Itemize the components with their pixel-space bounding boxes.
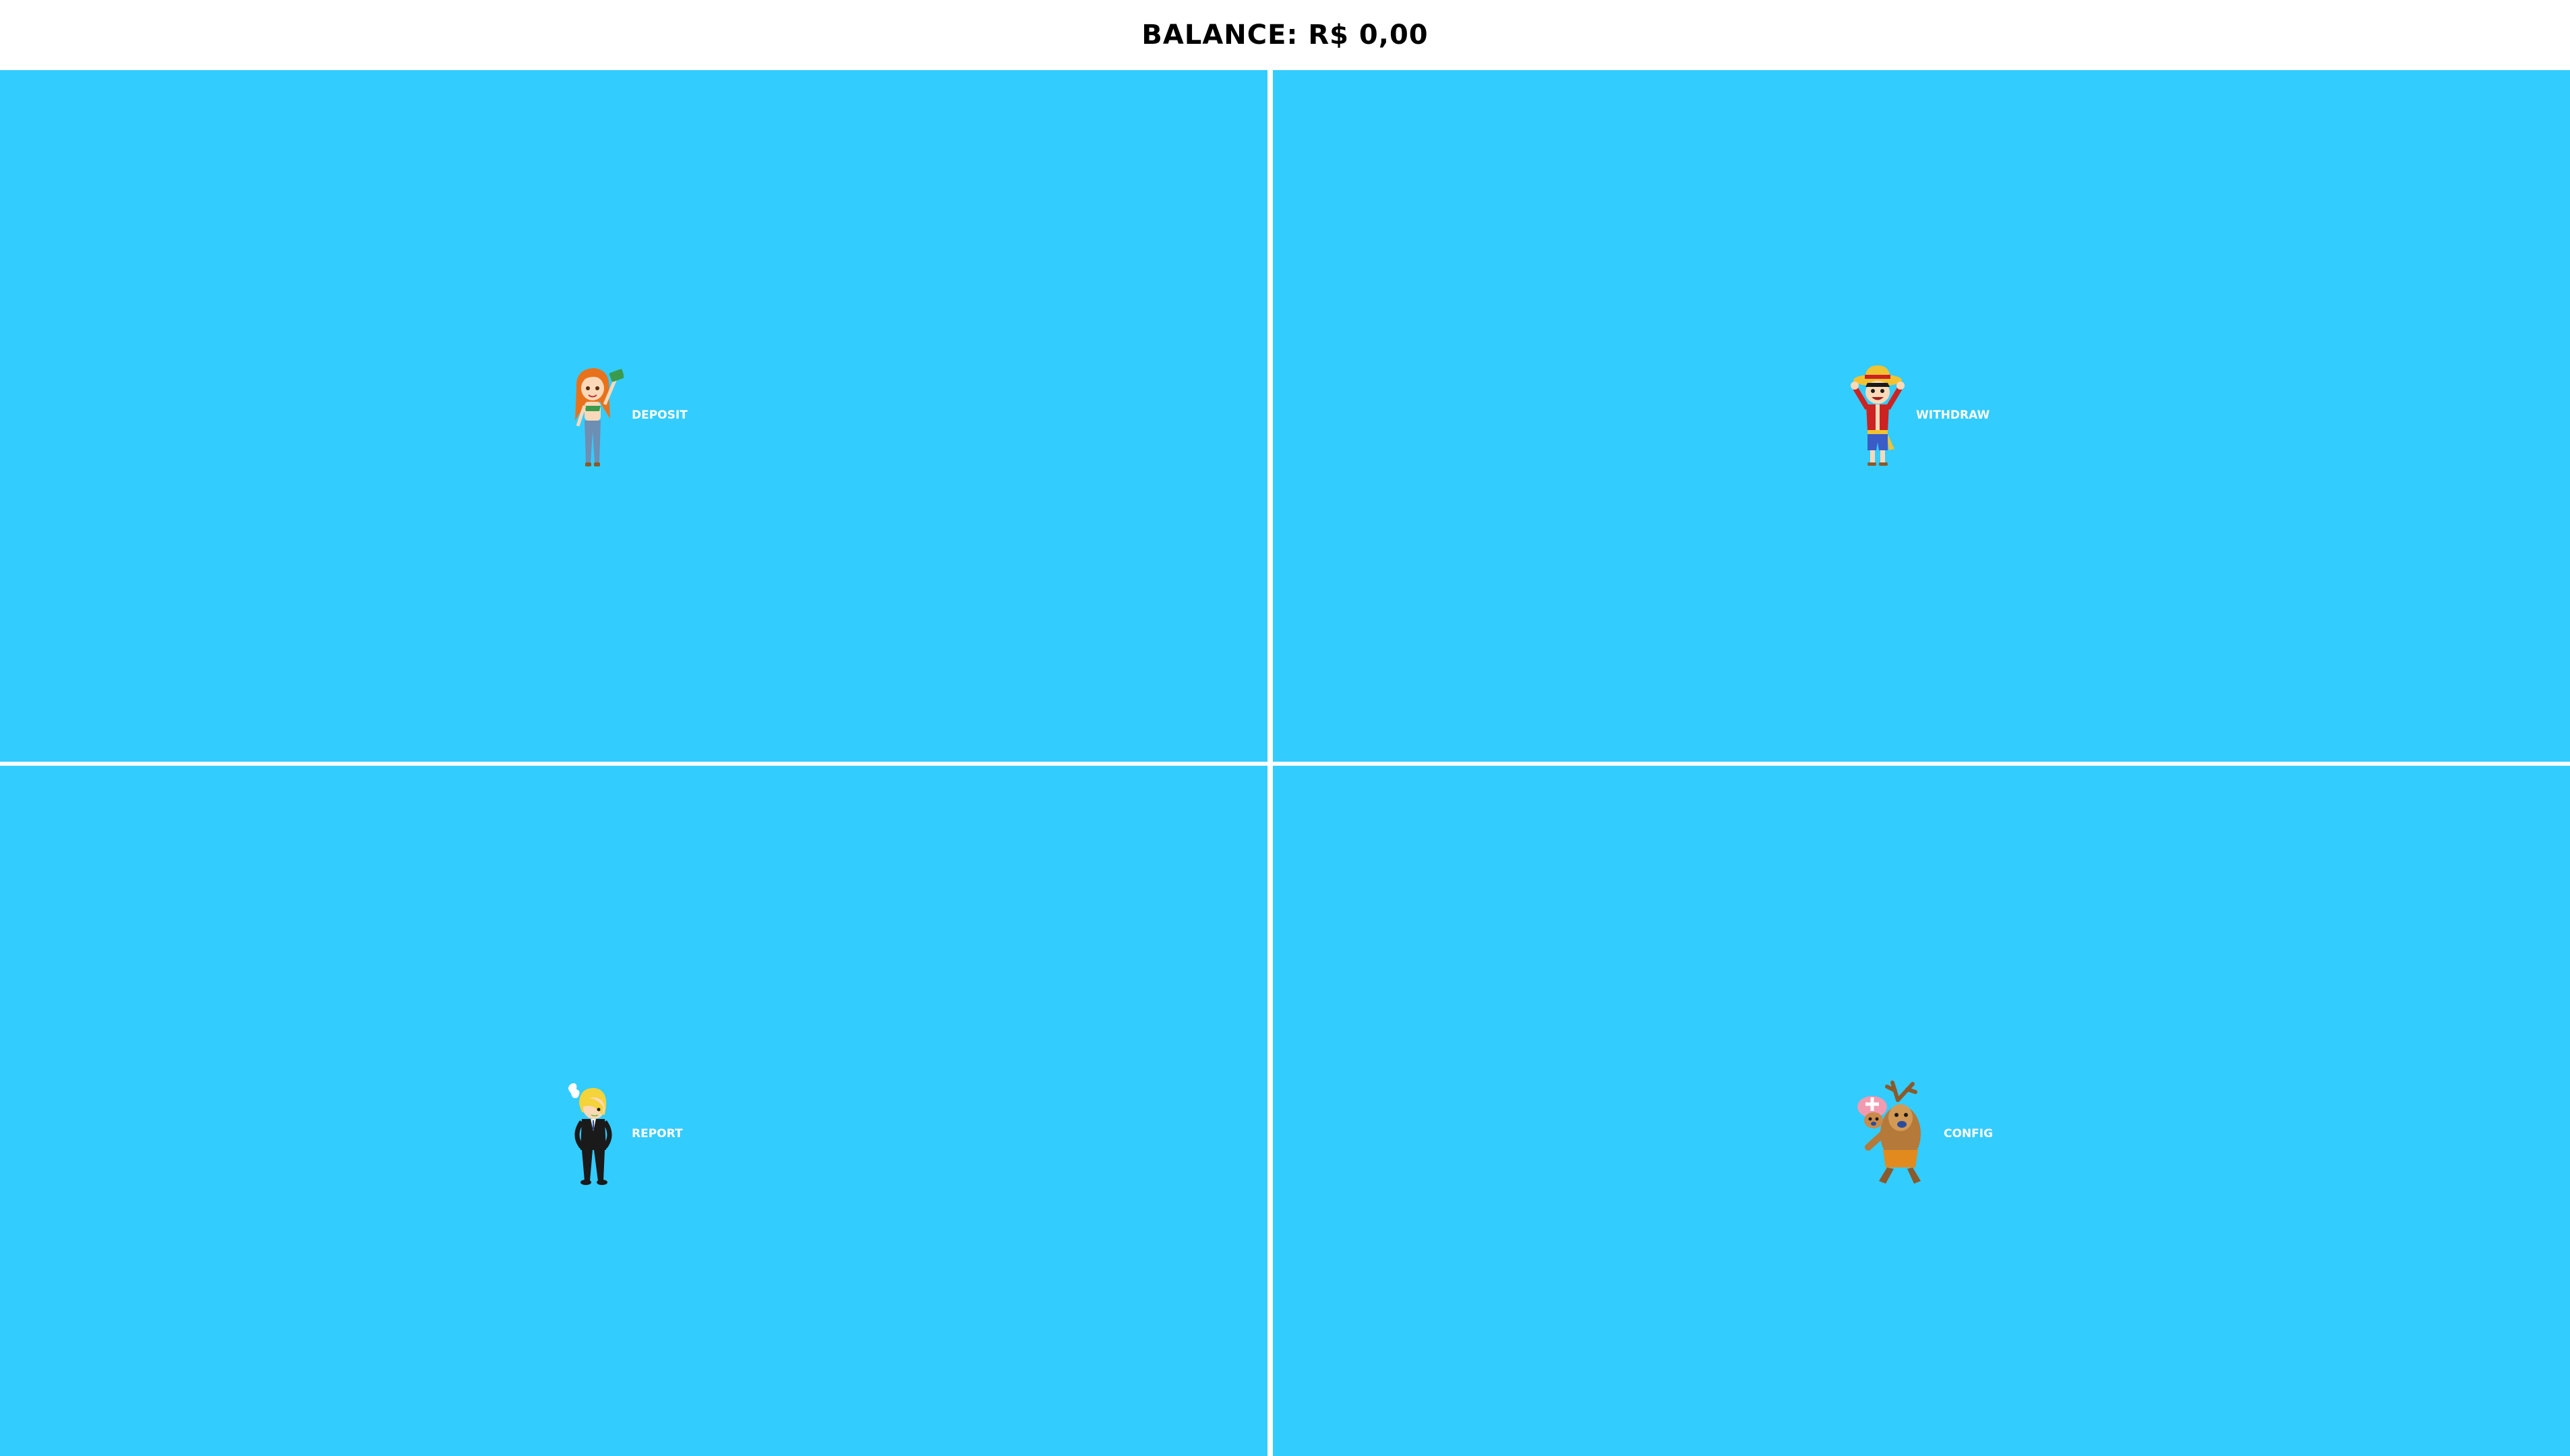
withdraw-label: Withdraw [1916, 408, 1990, 422]
chopper-character-icon [1857, 1081, 1921, 1184]
deposit-item[interactable]: Deposit [563, 361, 688, 469]
config-label: Config [1944, 1127, 1994, 1141]
withdraw-item[interactable]: Withdraw [1847, 361, 1990, 469]
report-tile[interactable]: Report [0, 766, 1267, 1456]
report-item[interactable]: Report [563, 1080, 683, 1188]
header-bar: Balance: R$ 0,00 [0, 0, 2570, 70]
balance-display: Balance: R$ 0,00 [1141, 20, 1429, 51]
config-item[interactable]: Config [1848, 1080, 1993, 1188]
withdraw-tile[interactable]: Withdraw [1273, 70, 2570, 762]
deposit-label: Deposit [632, 408, 688, 422]
report-label: Report [632, 1127, 683, 1141]
config-tile[interactable]: Config [1273, 766, 2570, 1456]
menu-grid: Deposit [0, 70, 2570, 1456]
luffy-character-icon [1851, 365, 1905, 466]
nami-character-icon [575, 368, 624, 466]
sanji-character-icon [568, 1083, 612, 1185]
deposit-tile[interactable]: Deposit [0, 70, 1267, 762]
